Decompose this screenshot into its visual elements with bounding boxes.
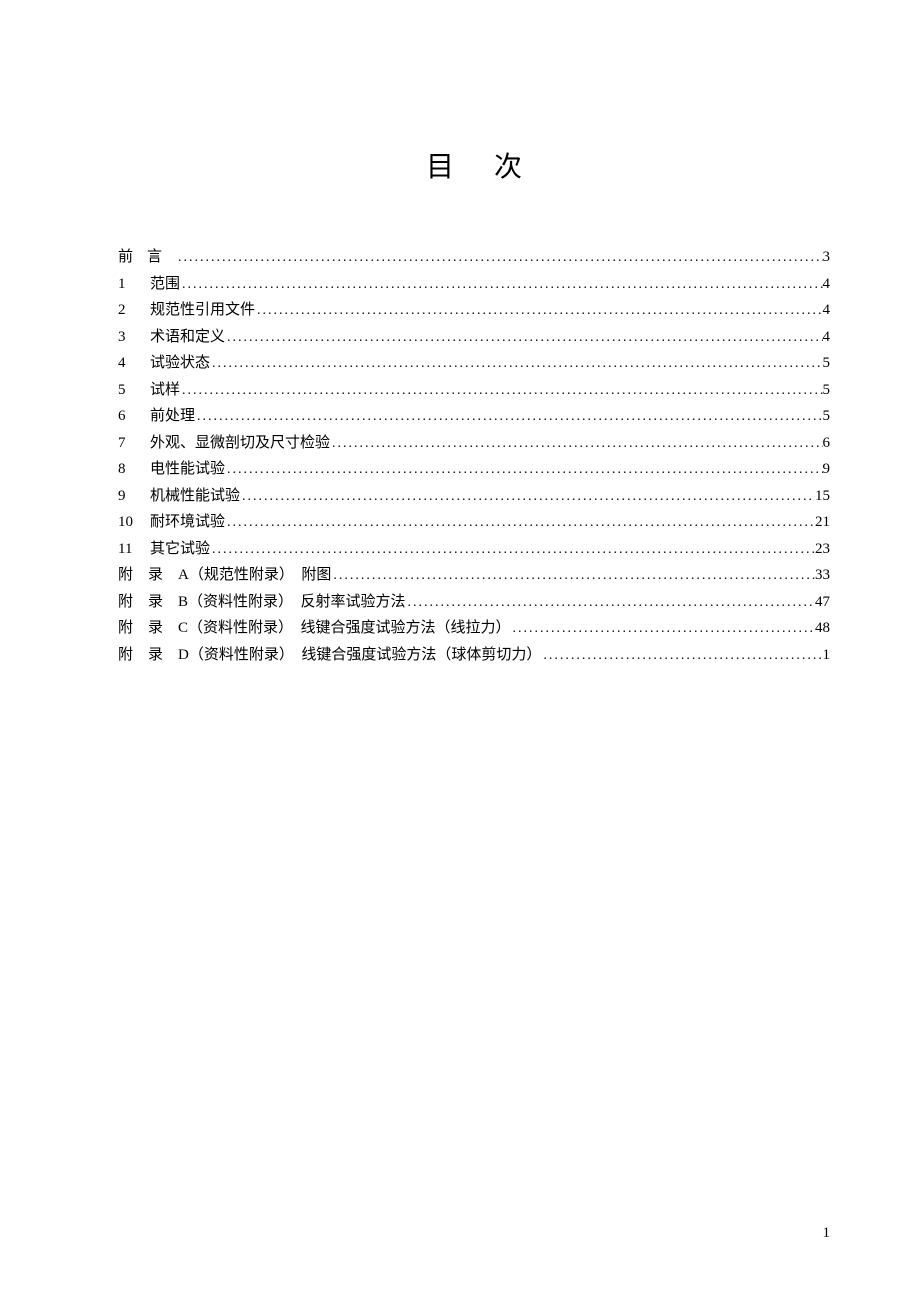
toc-entry: 8 电性能试验 9 bbox=[118, 457, 830, 483]
toc-entry: 4 试验状态 5 bbox=[118, 351, 830, 377]
toc-entry: 1 范围 4 bbox=[118, 272, 830, 298]
toc-page-number: 15 bbox=[815, 484, 830, 510]
toc-label: 4 bbox=[118, 351, 150, 377]
toc-entry: 6 前处理 5 bbox=[118, 404, 830, 430]
toc-entry: 3 术语和定义 4 bbox=[118, 325, 830, 351]
toc-page-number: 3 bbox=[823, 245, 831, 271]
toc-label: 8 bbox=[118, 457, 150, 483]
toc-label: 前言 bbox=[118, 245, 176, 271]
toc-appendix-note: （资料性附录） bbox=[188, 590, 293, 616]
toc-page-number: 5 bbox=[823, 404, 831, 430]
toc-text: 其它试验 bbox=[150, 537, 210, 563]
toc-appendix-label: 附 录 B bbox=[118, 590, 188, 616]
toc-text: 机械性能试验 bbox=[150, 484, 240, 510]
toc-entry: 11 其它试验 23 bbox=[118, 537, 830, 563]
toc-leader-dots bbox=[210, 538, 815, 562]
toc-leader-dots bbox=[180, 379, 822, 403]
toc-entry: 前言 3 bbox=[118, 245, 830, 271]
toc-entry-appendix: 附 录 C （资料性附录） 线键合强度试验方法（线拉力） 48 bbox=[118, 616, 830, 642]
toc-page-number: 5 bbox=[823, 351, 831, 377]
toc-page-number: 4 bbox=[823, 325, 831, 351]
toc-text: 电性能试验 bbox=[150, 457, 225, 483]
toc-text: 耐环境试验 bbox=[150, 510, 225, 536]
toc-appendix-label: 附 录 A bbox=[118, 563, 189, 589]
toc-leader-dots bbox=[180, 273, 822, 297]
toc-label: 11 bbox=[118, 537, 150, 563]
toc-page-number: 21 bbox=[815, 510, 830, 536]
toc-title: 目次 bbox=[118, 145, 830, 185]
toc-leader-dots bbox=[331, 564, 815, 588]
toc-leader-dots bbox=[225, 458, 822, 482]
table-of-contents: 前言 3 1 范围 4 2 规范性引用文件 4 3 术语和定义 4 4 试验状态… bbox=[118, 245, 830, 668]
toc-page-number: 1 bbox=[823, 643, 831, 669]
toc-label: 1 bbox=[118, 272, 150, 298]
toc-leader-dots bbox=[210, 352, 822, 376]
toc-appendix-label: 附 录 C bbox=[118, 616, 188, 642]
toc-leader-dots bbox=[541, 644, 822, 668]
toc-label: 6 bbox=[118, 404, 150, 430]
toc-text: 线键合强度试验方法（线拉力） bbox=[301, 616, 511, 642]
toc-appendix-note: （资料性附录） bbox=[188, 616, 293, 642]
toc-leader-dots bbox=[255, 299, 822, 323]
page-container: 目次 前言 3 1 范围 4 2 规范性引用文件 4 3 术语和定义 4 4 试 bbox=[0, 0, 920, 668]
toc-entry: 7 外观、显微剖切及尺寸检验 6 bbox=[118, 431, 830, 457]
toc-leader-dots bbox=[330, 432, 822, 456]
toc-appendix-label: 附 录 D bbox=[118, 643, 189, 669]
toc-entry-appendix: 附 录 B （资料性附录） 反射率试验方法 47 bbox=[118, 590, 830, 616]
toc-leader-dots bbox=[406, 591, 815, 615]
toc-text: 反射率试验方法 bbox=[301, 590, 406, 616]
toc-entry: 2 规范性引用文件 4 bbox=[118, 298, 830, 324]
toc-entry: 9 机械性能试验 15 bbox=[118, 484, 830, 510]
toc-page-number: 4 bbox=[823, 272, 831, 298]
toc-leader-dots bbox=[195, 405, 822, 429]
toc-appendix-note: （规范性附录） bbox=[189, 563, 294, 589]
toc-page-number: 9 bbox=[823, 457, 831, 483]
toc-label: 10 bbox=[118, 510, 150, 536]
toc-text: 范围 bbox=[150, 272, 180, 298]
toc-page-number: 5 bbox=[823, 378, 831, 404]
toc-text: 试样 bbox=[150, 378, 180, 404]
toc-leader-dots bbox=[176, 246, 822, 270]
toc-appendix-note: （资料性附录） bbox=[189, 643, 294, 669]
toc-label: 9 bbox=[118, 484, 150, 510]
toc-entry: 10 耐环境试验 21 bbox=[118, 510, 830, 536]
toc-text: 线键合强度试验方法（球体剪切力） bbox=[301, 643, 541, 669]
toc-entry: 5 试样 5 bbox=[118, 378, 830, 404]
toc-label: 7 bbox=[118, 431, 150, 457]
toc-page-number: 47 bbox=[815, 590, 830, 616]
toc-leader-dots bbox=[225, 326, 822, 350]
toc-page-number: 4 bbox=[823, 298, 831, 324]
toc-text: 术语和定义 bbox=[150, 325, 225, 351]
toc-label: 2 bbox=[118, 298, 150, 324]
toc-leader-dots bbox=[225, 511, 815, 535]
toc-entry-appendix: 附 录 A （规范性附录） 附图 33 bbox=[118, 563, 830, 589]
toc-text: 外观、显微剖切及尺寸检验 bbox=[150, 431, 330, 457]
toc-leader-dots bbox=[511, 617, 815, 641]
toc-page-number: 33 bbox=[815, 563, 830, 589]
toc-text: 规范性引用文件 bbox=[150, 298, 255, 324]
toc-page-number: 6 bbox=[823, 431, 831, 457]
toc-entry-appendix: 附 录 D （资料性附录） 线键合强度试验方法（球体剪切力） 1 bbox=[118, 643, 830, 669]
toc-text: 试验状态 bbox=[150, 351, 210, 377]
toc-text: 附图 bbox=[301, 563, 331, 589]
toc-leader-dots bbox=[240, 485, 815, 509]
toc-page-number: 23 bbox=[815, 537, 830, 563]
toc-label: 5 bbox=[118, 378, 150, 404]
toc-page-number: 48 bbox=[815, 616, 830, 642]
toc-text: 前处理 bbox=[150, 404, 195, 430]
toc-label: 3 bbox=[118, 325, 150, 351]
footer-page-number: 1 bbox=[823, 1225, 831, 1242]
